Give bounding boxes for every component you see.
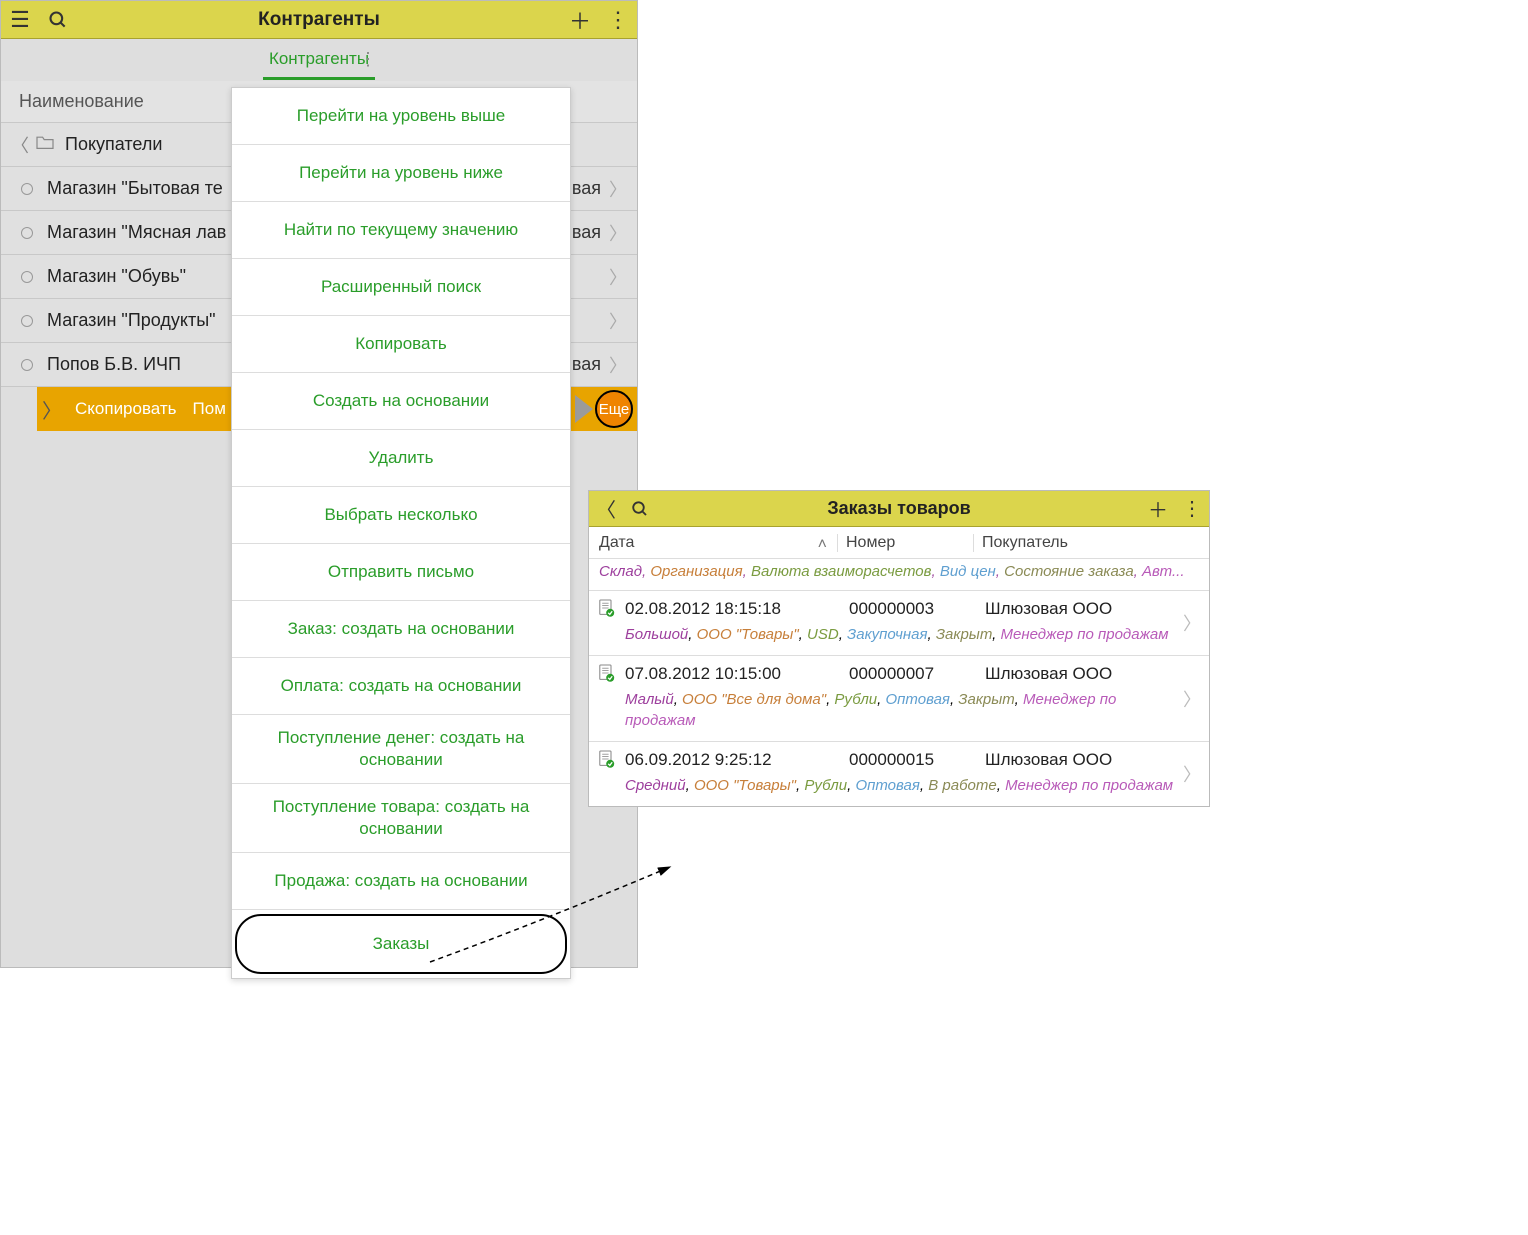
- col-date[interactable]: Дата ˄: [589, 534, 837, 552]
- ctx-order-create[interactable]: Заказ: создать на основании: [232, 601, 570, 658]
- order-subinfo: Средний, ООО "Товары", Рубли, Оптовая, В…: [625, 776, 1199, 796]
- order-customer: Шлюзовая ООО: [985, 664, 1199, 687]
- ctx-send-mail[interactable]: Отправить письмо: [232, 544, 570, 601]
- ctx-money-in-create[interactable]: Поступление денег: создать на основании: [232, 715, 570, 784]
- chevron-right-icon: 〉: [609, 308, 627, 334]
- ctx-adv-search[interactable]: Расширенный поиск: [232, 259, 570, 316]
- column-headers: Дата ˄ Номер Покупатель: [589, 527, 1209, 559]
- item-tail: вая: [572, 354, 601, 375]
- ctx-orders[interactable]: Заказы: [235, 914, 567, 974]
- folder-icon: [35, 134, 55, 155]
- order-customer: Шлюзовая ООО: [985, 750, 1199, 773]
- order-row[interactable]: 06.09.2012 9:25:12 000000015 Шлюзовая ОО…: [589, 742, 1209, 806]
- meta-author: Авт...: [1142, 563, 1185, 580]
- more-vert-icon[interactable]: ⋮: [599, 1, 637, 39]
- column-subheaders: Склад, Организация, Валюта взаиморасчето…: [589, 559, 1209, 591]
- left-header: ☰ Контрагенты ＋ ⋮: [1, 1, 637, 39]
- ctx-level-up[interactable]: Перейти на уровень выше: [232, 88, 570, 145]
- action-mark[interactable]: Пом: [185, 399, 234, 419]
- add-icon[interactable]: ＋: [1141, 491, 1175, 527]
- item-tail: вая: [572, 178, 601, 199]
- chevron-right-icon: 〉: [609, 220, 627, 246]
- back-icon[interactable]: 〈: [589, 491, 623, 527]
- order-row[interactable]: 02.08.2012 18:15:18 000000003 Шлюзовая О…: [589, 591, 1209, 656]
- bullet-icon: [21, 183, 33, 195]
- folder-label: Покупатели: [65, 134, 162, 155]
- order-subinfo: Большой, ООО "Товары", USD, Закупочная, …: [625, 625, 1199, 645]
- ctx-select-many[interactable]: Выбрать несколько: [232, 487, 570, 544]
- order-subinfo: Малый, ООО "Все для дома", Рубли, Оптова…: [625, 690, 1199, 731]
- left-title: Контрагенты: [77, 9, 561, 31]
- search-icon[interactable]: [623, 491, 657, 527]
- order-number: 000000003: [849, 599, 985, 622]
- bullet-icon: [21, 271, 33, 283]
- tab-row: Контрагенты ⋮: [1, 39, 637, 81]
- meta-currency: Валюта взаиморасчетов: [751, 563, 932, 580]
- chevron-right-icon[interactable]: 〉: [37, 395, 67, 424]
- chevron-right-icon: 〉: [1183, 686, 1201, 712]
- meta-state: Состояние заказа: [1004, 563, 1134, 580]
- ctx-sale-create[interactable]: Продажа: создать на основании: [232, 853, 570, 910]
- col-number[interactable]: Номер: [837, 534, 973, 552]
- orders-panel: 〈 Заказы товаров ＋ ⋮ Дата ˄ Номер Покупа…: [588, 490, 1210, 807]
- meta-org: Организация: [650, 563, 742, 580]
- bullet-icon: [21, 315, 33, 327]
- meta-warehouse: Склад: [599, 563, 642, 580]
- add-icon[interactable]: ＋: [561, 1, 599, 39]
- document-ok-icon: [599, 750, 621, 773]
- context-menu: Перейти на уровень выше Перейти на урове…: [231, 87, 571, 979]
- ctx-create-based[interactable]: Создать на основании: [232, 373, 570, 430]
- order-number: 000000007: [849, 664, 985, 687]
- ctx-find-current[interactable]: Найти по текущему значению: [232, 202, 570, 259]
- order-row[interactable]: 07.08.2012 10:15:00 000000007 Шлюзовая О…: [589, 656, 1209, 742]
- order-customer: Шлюзовая ООО: [985, 599, 1199, 622]
- item-tail: вая: [572, 222, 601, 243]
- ctx-level-down[interactable]: Перейти на уровень ниже: [232, 145, 570, 202]
- more-vert-icon[interactable]: ⋮: [1175, 491, 1209, 527]
- ctx-goods-in-create[interactable]: Поступление товара: создать на основании: [232, 784, 570, 853]
- sort-asc-icon: ˄: [818, 536, 827, 554]
- chevron-right-icon: 〉: [609, 264, 627, 290]
- chevron-right-icon: 〉: [1183, 761, 1201, 787]
- chevron-right-icon: 〉: [609, 352, 627, 378]
- ctx-delete[interactable]: Удалить: [232, 430, 570, 487]
- chevron-right-icon: 〉: [1183, 610, 1201, 636]
- search-icon[interactable]: [39, 1, 77, 39]
- chevron-left-icon: 〈: [11, 132, 29, 158]
- chevron-right-icon: 〉: [609, 176, 627, 202]
- order-date: 06.09.2012 9:25:12: [625, 750, 849, 773]
- right-title: Заказы товаров: [657, 498, 1141, 519]
- action-copy[interactable]: Скопировать: [67, 399, 185, 419]
- ctx-payment-create[interactable]: Оплата: создать на основании: [232, 658, 570, 715]
- col-customer[interactable]: Покупатель: [973, 534, 1209, 552]
- counterparties-panel: ☰ Контрагенты ＋ ⋮ Контрагенты ⋮ Наименов…: [0, 0, 638, 968]
- document-ok-icon: [599, 664, 621, 687]
- right-header: 〈 Заказы товаров ＋ ⋮: [589, 491, 1209, 527]
- scroll-right-icon[interactable]: [575, 395, 593, 423]
- order-date: 07.08.2012 10:15:00: [625, 664, 849, 687]
- tab-more-icon[interactable]: ⋮: [359, 49, 377, 70]
- order-number: 000000015: [849, 750, 985, 773]
- meta-pricetype: Вид цен: [940, 563, 996, 580]
- bullet-icon: [21, 227, 33, 239]
- menu-icon[interactable]: ☰: [1, 1, 39, 39]
- bullet-icon: [21, 359, 33, 371]
- document-ok-icon: [599, 599, 621, 622]
- action-more[interactable]: Еще: [595, 390, 633, 428]
- order-date: 02.08.2012 18:15:18: [625, 599, 849, 622]
- ctx-copy[interactable]: Копировать: [232, 316, 570, 373]
